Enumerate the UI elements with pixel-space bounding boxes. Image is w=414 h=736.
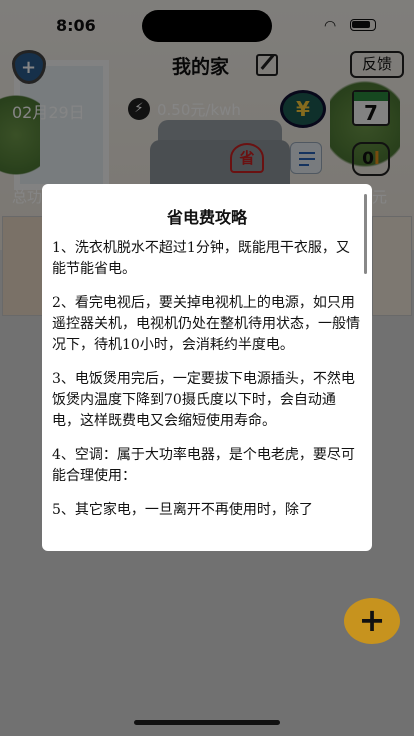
scrollbar[interactable] <box>364 194 367 274</box>
dialog-title: 省电费攻略 <box>166 208 247 227</box>
tip-paragraph: 1、洗衣机脱水不超过1分钟，既能甩干衣服，又能节能省电。 <box>52 240 350 277</box>
tip-paragraph: 4、空调：属于大功率电器，是个电老虎，要尽可能合理使用： <box>52 447 355 484</box>
tip-paragraph: 5、其它家电，一旦离开不再使用时，除了 <box>52 502 313 518</box>
dialog-body[interactable]: 1、洗衣机脱水不超过1分钟，既能甩干衣服，又能节能省电。 2、看完电视后，要关掉… <box>52 238 362 551</box>
saving-tips-dialog: 省电费攻略 1、洗衣机脱水不超过1分钟，既能甩干衣服，又能节能省电。 2、看完电… <box>42 184 372 551</box>
tip-paragraph: 2、看完电视后，要关掉电视机上的电源，如只用遥控器关机，电视机仍处在整机待用状态… <box>52 295 360 353</box>
home-indicator <box>134 720 280 725</box>
tip-paragraph: 3、电饭煲用完后，一定要拔下电源插头，不然电饭煲内温度下降到70摄氏度以下时，会… <box>52 371 355 429</box>
add-button[interactable]: + <box>344 598 400 644</box>
